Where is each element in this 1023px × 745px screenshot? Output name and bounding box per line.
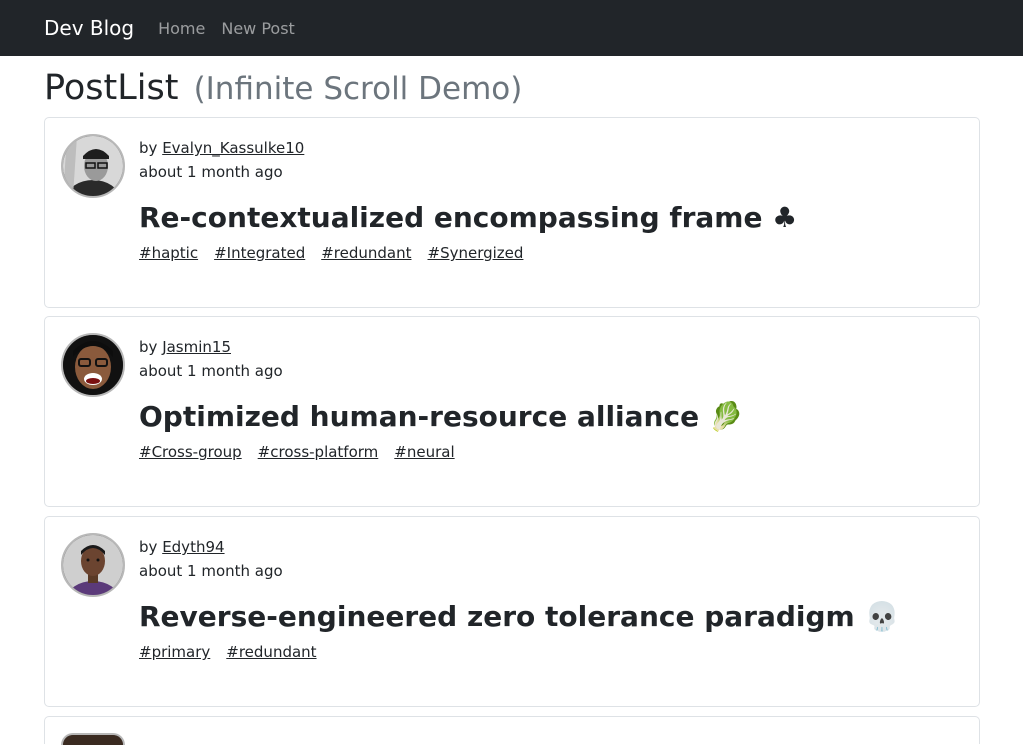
by-prefix: by [139,139,158,157]
brand-link[interactable]: Dev Blog [44,16,134,40]
post-byline: by Edyth94 [139,535,283,559]
post-time: about 1 month ago [139,163,283,181]
post-time: about 1 month ago [139,562,283,580]
author-link[interactable]: Jasmin15 [162,338,231,356]
post-card: by Evalyn_Kassulke10 about 1 month ago R… [44,117,980,308]
avatar-smiling-glasses-icon[interactable] [61,333,125,397]
post-card [44,716,980,745]
post-title[interactable]: Reverse-engineered zero tolerance paradi… [139,597,899,637]
author-link[interactable]: Evalyn_Kassulke10 [162,139,304,157]
post-meta: by Edyth94 about 1 month ago [139,535,283,583]
author-link[interactable]: Edyth94 [162,538,224,556]
page-subtitle: (Infinite Scroll Demo) [193,71,523,107]
tag-link[interactable]: #primary [139,643,210,661]
tag-link[interactable]: #redundant [321,244,411,262]
tag-link[interactable]: #Cross-group [139,443,242,461]
post-meta: by Evalyn_Kassulke10 about 1 month ago [139,136,304,184]
post-title[interactable]: Re-contextualized encompassing frame ♣ [139,198,797,238]
post-byline: by Evalyn_Kassulke10 [139,136,304,160]
post-byline: by Jasmin15 [139,335,283,359]
post-meta: by Jasmin15 about 1 month ago [139,335,283,383]
tag-link[interactable]: #cross-platform [258,443,379,461]
tag-link[interactable]: #Synergized [428,244,524,262]
page-title: PostList (Infinite Scroll Demo) [44,68,980,117]
avatar-bw-man-glasses-icon[interactable] [61,134,125,198]
nav-link-home[interactable]: Home [158,19,205,38]
by-prefix: by [139,338,158,356]
avatar-partial-icon[interactable] [61,733,125,745]
post-tags: #haptic #Integrated #redundant #Synergized [139,244,539,262]
by-prefix: by [139,538,158,556]
post-card: by Edyth94 about 1 month ago Reverse-eng… [44,516,980,707]
tag-link[interactable]: #Integrated [214,244,305,262]
tag-link[interactable]: #neural [394,443,454,461]
post-title[interactable]: Optimized human-resource alliance 🥬 [139,397,744,437]
tag-link[interactable]: #haptic [139,244,198,262]
nav-link-new-post[interactable]: New Post [221,19,294,38]
tag-link[interactable]: #redundant [226,643,316,661]
post-card: by Jasmin15 about 1 month ago Optimized … [44,316,980,507]
post-tags: #Cross-group #cross-platform #neural [139,443,471,461]
page-title-text: PostList [44,68,179,108]
avatar-man-purple-shirt-icon[interactable] [61,533,125,597]
post-tags: #primary #redundant [139,643,333,661]
top-navbar: Dev Blog Home New Post [0,0,1023,56]
main-content: PostList (Infinite Scroll Demo) by Evaly… [44,56,980,745]
post-time: about 1 month ago [139,362,283,380]
